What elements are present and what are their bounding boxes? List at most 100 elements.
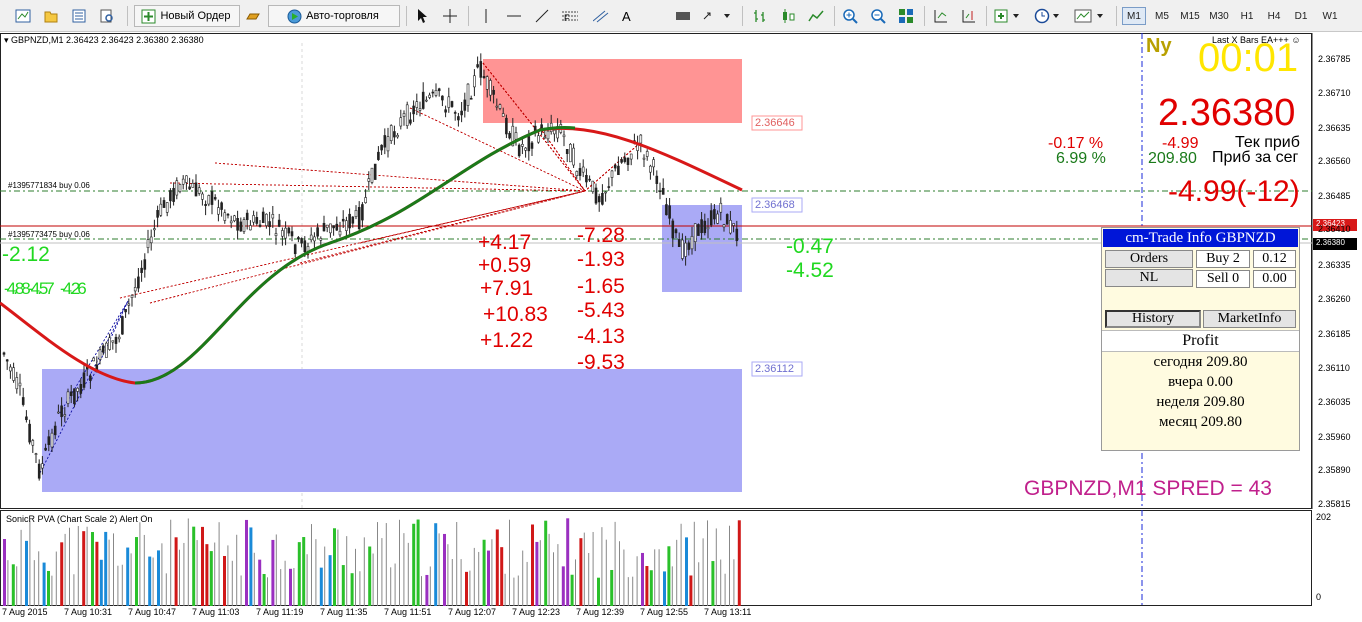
volume-bar — [121, 564, 123, 606]
candle-body — [709, 210, 713, 226]
zoom-out-icon[interactable] — [868, 5, 888, 27]
timeframe-m30[interactable]: M30 — [1206, 7, 1232, 25]
volume-bar — [91, 532, 94, 606]
price-tick: 2.36410 — [1318, 224, 1351, 234]
vertical-line-icon[interactable] — [476, 5, 496, 27]
tile-windows-icon[interactable] — [896, 5, 916, 27]
volume-bar — [42, 562, 46, 606]
volume-bar — [258, 559, 262, 606]
timeframe-h4[interactable]: H4 — [1263, 7, 1285, 25]
timeframe-m1[interactable]: M1 — [1122, 7, 1146, 25]
buy-count: Buy 2 — [1196, 250, 1250, 268]
fibonacci-icon[interactable]: F — [560, 5, 582, 27]
periods-icon[interactable] — [1032, 5, 1064, 27]
arrows-icon[interactable] — [700, 5, 732, 27]
candle-body — [25, 416, 28, 421]
gold-bar-icon[interactable] — [242, 5, 264, 27]
price-chart[interactable]: ▾ GBPNZD,M1 2.36423 2.36423 2.36380 2.36… — [0, 33, 1362, 509]
tab-marketinfo[interactable]: MarketInfo — [1203, 310, 1296, 328]
timeframe-m5[interactable]: M5 — [1150, 7, 1174, 25]
candle-body — [601, 193, 604, 205]
candle-body — [409, 119, 412, 124]
volume-bar — [253, 552, 255, 606]
volume-bar — [47, 570, 50, 606]
text-icon[interactable]: A — [618, 5, 636, 27]
volume-bar — [478, 551, 480, 606]
timeframe-m15[interactable]: M15 — [1177, 7, 1203, 25]
candle-body — [367, 178, 371, 182]
volume-bar — [73, 574, 75, 606]
volume-bar — [297, 542, 301, 606]
channels-icon[interactable] — [590, 5, 612, 27]
candlestick-icon[interactable] — [778, 5, 800, 27]
volume-bar — [663, 571, 666, 606]
candle-body — [34, 453, 38, 456]
volume-bar — [680, 523, 682, 606]
candle-body — [271, 214, 275, 219]
auto-trading-button[interactable]: Авто-торговля — [268, 5, 400, 27]
cursor-icon[interactable] — [412, 5, 432, 27]
volume-indicator-window[interactable]: SonicR PVA (Chart Scale 2) Alert On 202 … — [0, 510, 1362, 606]
trendline-icon[interactable] — [532, 5, 552, 27]
timeframe-d1[interactable]: D1 — [1290, 7, 1312, 25]
volume-bar — [469, 570, 471, 606]
candle-body — [348, 213, 351, 229]
market-watch-icon[interactable] — [68, 5, 90, 27]
volume-bar — [346, 536, 348, 606]
templates-icon[interactable] — [1072, 5, 1108, 27]
volume-bar — [416, 519, 420, 606]
candle-body — [677, 239, 681, 247]
profiles-icon[interactable] — [40, 5, 62, 27]
label-icon[interactable] — [672, 5, 694, 27]
volume-bar — [341, 565, 345, 606]
nl-button[interactable]: NL — [1105, 269, 1193, 287]
candle-body — [194, 182, 198, 197]
indicators-icon[interactable] — [992, 5, 1024, 27]
minus-profit-6: -9.53 — [577, 351, 625, 374]
volume-bar — [531, 524, 534, 606]
navigator-icon[interactable] — [96, 5, 118, 27]
tab-history[interactable]: History — [1105, 310, 1201, 328]
candle-body — [693, 223, 697, 242]
plus-profit-5: +1.22 — [480, 329, 534, 352]
autoscroll-icon[interactable] — [930, 5, 952, 27]
new-order-button[interactable]: Новый Ордер — [134, 5, 240, 27]
time-tick: 7 Aug 11:03 — [192, 607, 240, 617]
horizontal-line-icon[interactable] — [504, 5, 524, 27]
time-tick: 7 Aug 12:39 — [576, 607, 625, 617]
volume-bar — [636, 556, 638, 606]
volume-bar — [227, 545, 229, 606]
orders-button[interactable]: Orders — [1105, 250, 1193, 268]
volume-bar — [720, 559, 722, 606]
volume-bar — [733, 559, 735, 606]
volume-bar — [522, 550, 524, 606]
volume-bar — [702, 538, 704, 606]
volume-bar — [355, 548, 356, 606]
candle-body — [181, 178, 185, 185]
volume-bar — [412, 523, 416, 606]
crosshair-icon[interactable] — [440, 5, 460, 27]
volume-bar — [390, 567, 392, 606]
auto-trading-label: Авто-торговля — [306, 10, 379, 22]
volume-bar — [267, 577, 268, 606]
line-chart-icon[interactable] — [806, 5, 826, 27]
timeframe-w1[interactable]: W1 — [1318, 7, 1342, 25]
svg-text:A: A — [622, 9, 631, 23]
volume-bar — [605, 539, 607, 606]
zoom-in-icon[interactable] — [840, 5, 860, 27]
bar-chart-icon[interactable] — [750, 5, 770, 27]
candle-body — [537, 135, 540, 143]
volume-bar — [443, 533, 446, 606]
candle-body — [47, 436, 51, 445]
candle-body — [629, 153, 633, 160]
candle-body — [236, 218, 239, 231]
order-2-label: #1395773475 buy 0.06 — [8, 230, 90, 239]
left-profit-value: -2.12 — [2, 243, 50, 266]
profit-heading: Profit — [1102, 330, 1299, 352]
timeframe-h1[interactable]: H1 — [1236, 7, 1258, 25]
volume-bar — [425, 574, 429, 606]
candle-body — [357, 207, 361, 230]
volume-bar — [245, 519, 248, 606]
chart-shift-icon[interactable] — [958, 5, 980, 27]
new-chart-icon[interactable] — [12, 5, 34, 27]
